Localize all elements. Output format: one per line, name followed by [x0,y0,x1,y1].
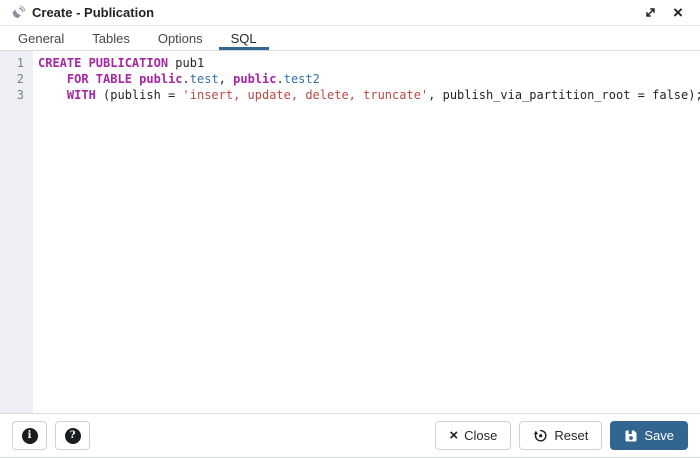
code-text: WITH (publish = 'insert, update, delete,… [66,88,700,102]
save-button-label: Save [644,428,674,443]
reset-icon [533,428,548,443]
save-icon [624,429,638,443]
create-publication-dialog: Create - Publication × General Tables Op… [0,0,700,458]
close-button-label: Close [464,428,498,443]
save-button[interactable]: Save [610,421,688,450]
publication-icon [10,5,26,21]
tab-options[interactable]: Options [146,26,215,50]
tab-general[interactable]: General [6,26,76,50]
line-number: 3 [16,88,24,102]
close-button[interactable]: × Close [435,421,512,450]
tab-bar: General Tables Options SQL [0,26,700,51]
dialog-title: Create - Publication [32,5,155,20]
sql-help-button[interactable]: i [12,421,47,450]
maximize-icon[interactable] [640,3,660,23]
dialog-help-button[interactable]: ? [55,421,90,450]
line-number-gutter [0,51,33,413]
question-icon: ? [64,427,81,444]
footer: i ? × Close Reset Save [0,413,700,457]
line-number: 2 [16,72,24,86]
tab-sql[interactable]: SQL [218,26,269,50]
sql-editor[interactable]: 1 CREATE PUBLICATION pub1 2 FOR TABLE publ… [0,51,700,413]
reset-button[interactable]: Reset [519,421,603,450]
reset-button-label: Reset [554,428,589,443]
close-icon[interactable]: × [668,3,688,23]
titlebar: Create - Publication × [0,0,700,26]
tab-tables[interactable]: Tables [80,26,142,50]
code-line: 1 CREATE PUBLICATION pub1 [0,55,700,71]
code-line: 2 FOR TABLE public.test, public.test2 [0,71,700,87]
code-line: 3 WITH (publish = 'insert, update, delet… [0,87,700,103]
code-text: CREATE PUBLICATION pub1 [38,56,205,70]
close-x-icon: × [449,427,459,444]
info-icon: i [21,427,38,444]
line-number: 1 [16,56,24,70]
sql-code: 1 CREATE PUBLICATION pub1 2 FOR TABLE publ… [0,51,700,103]
code-text: FOR TABLE public.test, public.test2 [66,72,320,86]
